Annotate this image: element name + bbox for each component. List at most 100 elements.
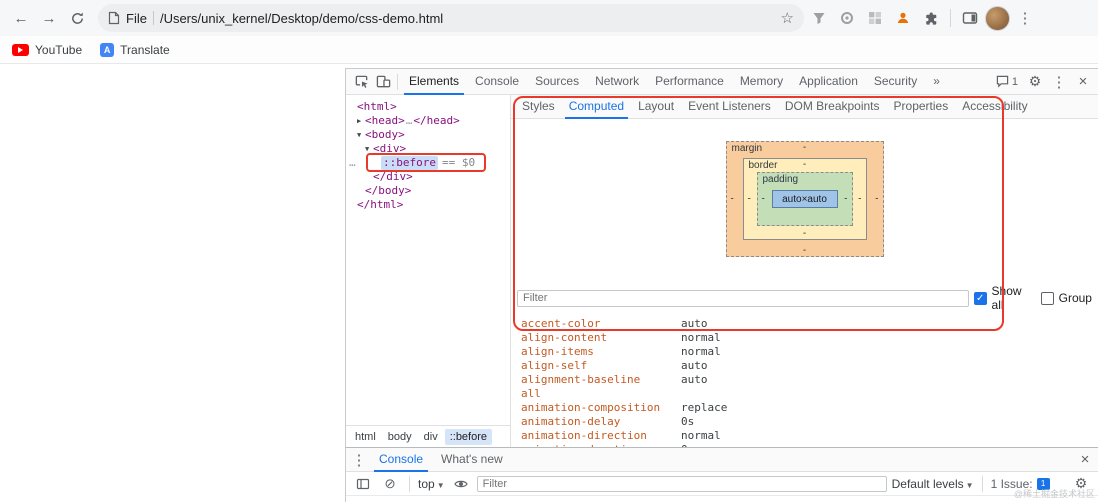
property-row[interactable]: animation-directionnormal bbox=[511, 429, 1098, 443]
selected-pseudo-element[interactable]: ::before bbox=[381, 156, 438, 170]
log-levels-dropdown[interactable]: Default levels▼ bbox=[892, 477, 974, 491]
group-label: Group bbox=[1059, 291, 1092, 305]
tab-sources[interactable]: Sources bbox=[527, 69, 587, 95]
dom-node-body-open[interactable]: ▼<body> bbox=[346, 128, 510, 142]
bookmark-youtube[interactable]: YouTube bbox=[12, 43, 82, 57]
filter-extension-icon[interactable] bbox=[806, 5, 832, 31]
inspect-element-icon[interactable] bbox=[350, 71, 372, 93]
circle-extension-icon[interactable] bbox=[834, 5, 860, 31]
property-row[interactable]: animation-compositionreplace bbox=[511, 401, 1098, 415]
drawer-menu-icon[interactable]: ⋮ bbox=[348, 449, 370, 471]
computed-filter-input[interactable] bbox=[517, 290, 969, 307]
side-panel-icon[interactable] bbox=[957, 5, 983, 31]
show-all-label: Show all bbox=[992, 284, 1036, 312]
bookmark-label: YouTube bbox=[35, 43, 82, 57]
clear-console-icon[interactable]: ⊘ bbox=[379, 473, 401, 495]
breadcrumb-body[interactable]: body bbox=[383, 429, 417, 445]
address-bar[interactable]: File /Users/unix_kernel/Desktop/demo/css… bbox=[98, 4, 804, 32]
drawer-tab-whats-new[interactable]: What's new bbox=[432, 448, 512, 472]
box-model-border[interactable]: border - - - - padding - - auto×auto bbox=[743, 158, 867, 240]
devtools-menu-icon[interactable]: ⋮ bbox=[1048, 71, 1070, 93]
tab-accessibility[interactable]: Accessibility bbox=[955, 95, 1034, 119]
computed-filter-row: ✓ Show all Group bbox=[511, 284, 1098, 312]
translate-icon: A bbox=[100, 43, 114, 57]
box-model-diagram: margin - - - - border - - - - padding - bbox=[511, 141, 1098, 257]
devtools-settings-icon[interactable]: ⚙ bbox=[1024, 71, 1046, 93]
property-value: auto bbox=[681, 373, 708, 387]
forward-button[interactable]: → bbox=[36, 5, 62, 31]
dom-node-html-close[interactable]: </html> bbox=[346, 198, 510, 212]
live-expression-eye-icon[interactable] bbox=[450, 473, 472, 495]
dom-node-div-close[interactable]: </div> bbox=[346, 170, 510, 184]
collapse-arrow-icon[interactable]: ▼ bbox=[365, 142, 373, 156]
box-model-margin[interactable]: margin - - - - border - - - - padding - bbox=[726, 141, 884, 257]
breadcrumb-html[interactable]: html bbox=[350, 429, 381, 445]
console-sidebar-icon[interactable] bbox=[352, 473, 374, 495]
dom-node-body-close[interactable]: </body> bbox=[346, 184, 510, 198]
profile-avatar[interactable] bbox=[985, 6, 1010, 31]
box-model-padding[interactable]: padding - - auto×auto bbox=[757, 172, 853, 226]
tab-performance[interactable]: Performance bbox=[647, 69, 732, 95]
breadcrumb-before[interactable]: ::before bbox=[445, 429, 492, 445]
tab-dom-breakpoints[interactable]: DOM Breakpoints bbox=[778, 95, 887, 119]
tab-elements[interactable]: Elements bbox=[401, 69, 467, 95]
tab-properties[interactable]: Properties bbox=[887, 95, 956, 119]
console-filter-input[interactable] bbox=[477, 476, 887, 492]
tab-computed[interactable]: Computed bbox=[562, 95, 631, 119]
property-row[interactable]: align-itemsnormal bbox=[511, 345, 1098, 359]
tab-layout[interactable]: Layout bbox=[631, 95, 681, 119]
dom-node-before-pseudo[interactable]: … ::before == $0 bbox=[346, 156, 510, 170]
group-checkbox[interactable] bbox=[1041, 292, 1054, 305]
watermark-text: @稀土掘金技术社区 bbox=[1014, 487, 1095, 500]
person-extension-icon[interactable] bbox=[890, 5, 916, 31]
property-row[interactable]: align-contentnormal bbox=[511, 331, 1098, 345]
property-row[interactable]: align-selfauto bbox=[511, 359, 1098, 373]
collapsed-content-ellipsis[interactable]: … bbox=[405, 114, 414, 128]
bookmarks-bar: YouTube A Translate bbox=[0, 36, 1098, 64]
reload-button[interactable] bbox=[64, 5, 90, 31]
tab-application[interactable]: Application bbox=[791, 69, 866, 95]
box-model-content[interactable]: auto×auto bbox=[772, 190, 838, 208]
sidebar-tabs: Styles Computed Layout Event Listeners D… bbox=[511, 95, 1098, 119]
property-row[interactable]: animation-delay0s bbox=[511, 415, 1098, 429]
tab-network[interactable]: Network bbox=[587, 69, 647, 95]
property-value: 0s bbox=[681, 415, 694, 429]
property-value: normal bbox=[681, 331, 721, 345]
issues-counter-button[interactable]: 1 bbox=[992, 75, 1022, 88]
browser-menu-icon[interactable]: ⋮ bbox=[1012, 5, 1038, 31]
expand-arrow-icon[interactable]: ▶ bbox=[357, 114, 365, 128]
breadcrumb-div[interactable]: div bbox=[419, 429, 443, 445]
devtools-close-icon[interactable]: × bbox=[1072, 71, 1094, 93]
property-value: replace bbox=[681, 401, 727, 415]
collapse-arrow-icon[interactable]: ▼ bbox=[357, 128, 365, 142]
tab-event-listeners[interactable]: Event Listeners bbox=[681, 95, 778, 119]
tab-console[interactable]: Console bbox=[467, 69, 527, 95]
dom-node-html-open[interactable]: <html> bbox=[346, 100, 510, 114]
drawer-close-icon[interactable]: × bbox=[1074, 449, 1096, 471]
show-all-checkbox[interactable]: ✓ bbox=[974, 292, 987, 305]
url-text[interactable]: /Users/unix_kernel/Desktop/demo/css-demo… bbox=[160, 11, 775, 26]
property-name: align-content bbox=[511, 331, 681, 345]
bookmark-star-icon[interactable]: ☆ bbox=[781, 9, 794, 27]
tab-security[interactable]: Security bbox=[866, 69, 925, 95]
back-button[interactable]: ← bbox=[8, 5, 34, 31]
bookmark-translate[interactable]: A Translate bbox=[100, 43, 170, 57]
context-selector[interactable]: top▼ bbox=[418, 477, 445, 491]
property-value: normal bbox=[681, 429, 721, 443]
drawer-tab-console[interactable]: Console bbox=[370, 448, 432, 472]
elements-tree-pane: <html> ▶<head>…</head> ▼<body> ▼<div> … … bbox=[346, 95, 511, 447]
grid-extension-icon[interactable] bbox=[862, 5, 888, 31]
device-toolbar-icon[interactable] bbox=[372, 71, 394, 93]
property-row[interactable]: all bbox=[511, 387, 1098, 401]
tab-memory[interactable]: Memory bbox=[732, 69, 791, 95]
node-options-dots[interactable]: … bbox=[349, 156, 355, 170]
dom-node-head[interactable]: ▶<head>…</head> bbox=[346, 114, 510, 128]
extensions-puzzle-icon[interactable] bbox=[918, 5, 944, 31]
property-name: animation-composition bbox=[511, 401, 681, 415]
property-row[interactable]: accent-colorauto bbox=[511, 317, 1098, 331]
dom-node-div-open[interactable]: ▼<div> bbox=[346, 142, 510, 156]
tab-styles[interactable]: Styles bbox=[515, 95, 562, 119]
bookmark-label: Translate bbox=[120, 43, 170, 57]
property-row[interactable]: alignment-baselineauto bbox=[511, 373, 1098, 387]
more-tabs-button[interactable]: » bbox=[925, 69, 948, 95]
